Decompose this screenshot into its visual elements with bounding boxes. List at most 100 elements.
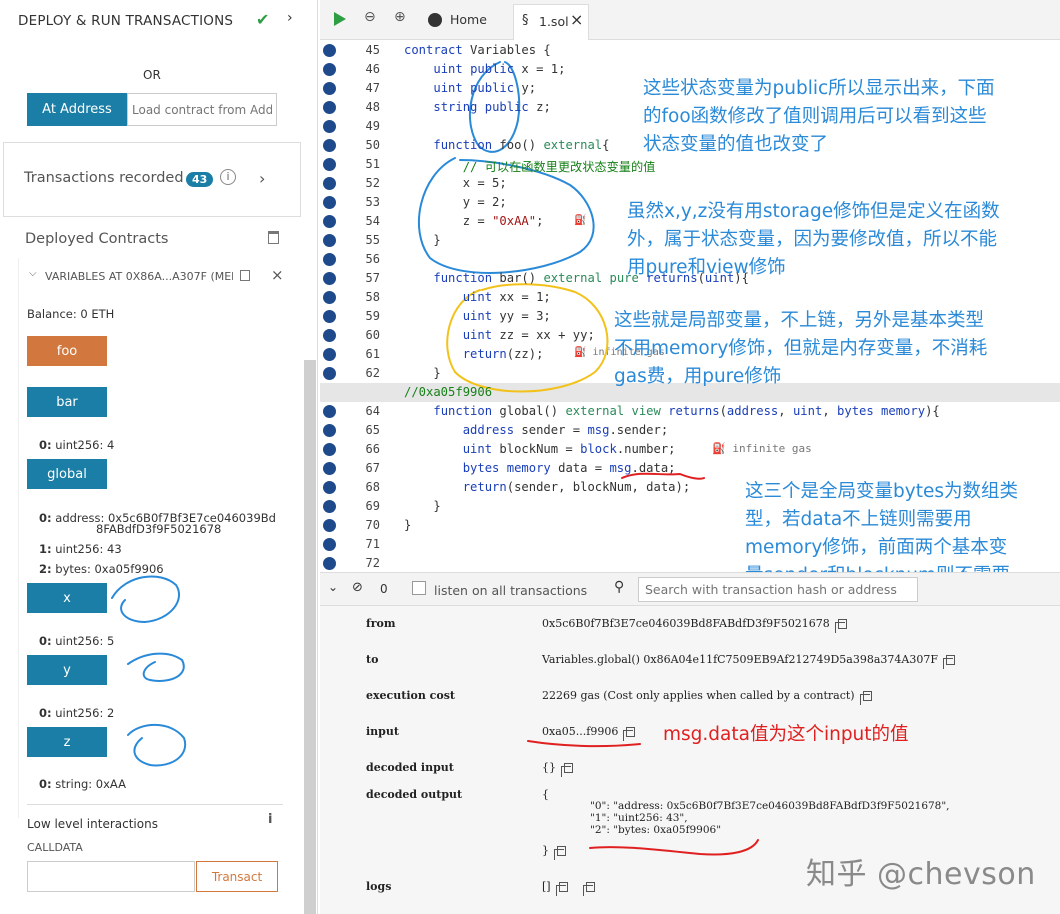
- line-number: 49: [365, 119, 380, 133]
- run-icon[interactable]: [334, 12, 346, 26]
- to-value: Variables.global() 0x86A04e11fC7509EB9Af…: [542, 653, 955, 669]
- z-button[interactable]: z: [27, 727, 107, 757]
- close-icon[interactable]: ×: [570, 10, 583, 29]
- code-editor[interactable]: 45 contract Variables {46 uint public x =…: [320, 40, 1060, 586]
- code-line: z = "0xAA";: [404, 214, 544, 228]
- deploy-run-panel: DEPLOY & RUN TRANSACTIONS ✔ › OR At Addr…: [0, 0, 318, 914]
- line-number: 57: [365, 271, 380, 285]
- zoom-in-icon[interactable]: ⊕: [394, 9, 406, 25]
- transactions-recorded-box[interactable]: Transactions recorded 43 i ›: [3, 142, 301, 217]
- copy-icon[interactable]: [834, 619, 847, 633]
- global-output-1: 1: uint256: 43: [39, 542, 122, 556]
- transact-button[interactable]: Transact: [196, 861, 278, 892]
- chevron-right-icon[interactable]: ›: [259, 169, 265, 188]
- line-number: 62: [365, 366, 380, 380]
- instance-name[interactable]: VARIABLES AT 0X86A...A307F (MEM: [45, 270, 233, 283]
- decoded-output-key: decoded output: [366, 788, 463, 801]
- listen-checkbox[interactable]: [412, 581, 426, 595]
- code-line: function foo() external{: [433, 138, 610, 152]
- copy-icon[interactable]: [582, 882, 595, 896]
- copy-icon[interactable]: [240, 270, 250, 281]
- global-button[interactable]: global: [27, 459, 107, 489]
- clear-icon[interactable]: ⊘: [352, 580, 363, 595]
- line-number: 64: [365, 404, 380, 418]
- info-icon[interactable]: i: [268, 812, 272, 827]
- trash-icon[interactable]: [268, 231, 279, 244]
- line-number: 70: [365, 518, 380, 532]
- calldata-label: CALLDATA: [27, 841, 83, 854]
- x-button[interactable]: x: [27, 583, 107, 613]
- annotation-state-vars: 虽然x,y,z没有用storage修饰但是定义在函数 外，属于状态变量，因为要修改…: [627, 201, 1000, 278]
- y-button[interactable]: y: [27, 655, 107, 685]
- copy-icon[interactable]: [554, 846, 566, 860]
- tab-file[interactable]: § 1.sol ×: [513, 4, 589, 40]
- line-number: 55: [365, 233, 380, 247]
- code-line: uint public x = 1;: [433, 62, 566, 76]
- divider: [27, 804, 283, 805]
- decoded-output-open: {: [542, 788, 549, 801]
- collapse-icon[interactable]: ⌄: [328, 580, 338, 594]
- code-line: function bar() external pure returns(uin…: [433, 271, 749, 285]
- logs-value: []: [542, 880, 595, 896]
- tab-home-label: Home: [450, 12, 487, 27]
- close-icon[interactable]: ×: [271, 266, 284, 284]
- code-line: uint yy = 3;: [462, 309, 551, 323]
- line-number: 61: [365, 347, 380, 361]
- copy-icon[interactable]: [859, 691, 872, 705]
- code-line: }: [404, 518, 412, 532]
- scrollbar[interactable]: [304, 360, 316, 914]
- at-address-button[interactable]: At Address: [27, 93, 127, 126]
- calldata-input[interactable]: [27, 861, 195, 892]
- code-line: }: [404, 499, 441, 513]
- code-line: return(zz);: [462, 347, 544, 361]
- to-key: to: [366, 653, 379, 666]
- line-number: 47: [365, 81, 380, 95]
- line-number: 56: [365, 252, 380, 266]
- copy-icon[interactable]: [555, 882, 568, 896]
- line-number: 69: [365, 499, 380, 513]
- decoded-output-line-0: "0": "address: 0x5c6B0f7Bf3E7ce046039Bd8…: [590, 800, 950, 812]
- copy-icon[interactable]: [623, 727, 636, 741]
- search-input[interactable]: [638, 577, 918, 602]
- bar-button[interactable]: bar: [27, 387, 107, 417]
- copy-icon[interactable]: [561, 763, 573, 777]
- code-line: contract Variables {: [404, 43, 551, 57]
- home-icon: [428, 13, 442, 27]
- code-line: function global() external view returns(…: [433, 404, 940, 418]
- line-number: 68: [365, 480, 380, 494]
- annotation-msg-data: msg.data值为这个input的值: [663, 724, 909, 745]
- line-number: 53: [365, 195, 380, 209]
- tab-home[interactable]: Home: [420, 6, 510, 34]
- watermark: 知乎 @chevson: [806, 857, 1036, 892]
- line-number: 66: [365, 442, 380, 456]
- bar-output: 0: uint256: 4: [39, 438, 115, 452]
- file-icon: §: [522, 13, 529, 28]
- code-line: x = 5;: [404, 176, 507, 190]
- line-number: 45: [365, 43, 380, 57]
- y-output: 0: uint256: 2: [39, 706, 115, 720]
- transactions-recorded-label: Transactions recorded: [24, 170, 184, 186]
- decoded-output-close: }: [542, 844, 566, 860]
- line-number: 48: [365, 100, 380, 114]
- execution-cost-value: 22269 gas (Cost only applies when called…: [542, 689, 872, 705]
- line-number: 52: [365, 176, 380, 190]
- zoom-out-icon[interactable]: ⊖: [364, 9, 376, 25]
- decoded-output-line-1: "1": "uint256: 43",: [590, 812, 688, 824]
- tab-file-label: 1.sol: [539, 14, 569, 29]
- decoded-output-line-2: "2": "bytes: 0xa05f9906": [590, 824, 722, 836]
- foo-button[interactable]: foo: [27, 336, 107, 366]
- editor-tabbar: ⊖ ⊕ Home § 1.sol ×: [320, 0, 1060, 40]
- copy-icon[interactable]: [942, 655, 955, 669]
- load-contract-input[interactable]: [127, 93, 277, 126]
- logs-key: logs: [366, 880, 392, 893]
- execution-cost-key: execution cost: [366, 689, 455, 702]
- code-line: return(sender, blockNum, data);: [462, 480, 691, 494]
- chevron-down-icon[interactable]: ⌵: [29, 268, 37, 279]
- info-icon[interactable]: i: [220, 169, 236, 185]
- from-key: from: [366, 617, 396, 630]
- line-number: 72: [365, 556, 380, 570]
- decoded-input-value: {}: [542, 761, 573, 777]
- line-number: 51: [365, 157, 380, 171]
- chevron-right-icon[interactable]: ›: [287, 10, 293, 26]
- code-line: y = 2;: [404, 195, 507, 209]
